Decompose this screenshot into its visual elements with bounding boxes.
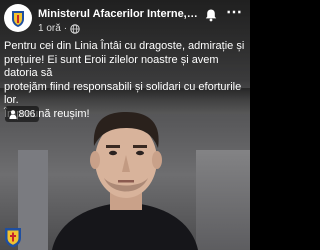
post-caption: Pentru cei din Linia Întâi cu dragoste, … — [4, 40, 245, 120]
more-options-button[interactable]: ⋯ — [226, 4, 243, 22]
viewer-count: 806 — [18, 108, 36, 120]
post-time[interactable]: 1 oră — [38, 23, 61, 34]
page-name[interactable]: Ministerul Afacerilor Interne, Roma... — [38, 8, 198, 20]
person-icon — [9, 109, 17, 119]
viewer-count-badge: 806 — [5, 106, 39, 122]
meta-separator: · — [63, 23, 68, 34]
bell-icon[interactable] — [204, 8, 218, 22]
crest-watermark-icon — [5, 228, 21, 248]
ministry-crest-icon[interactable] — [4, 4, 32, 32]
post-meta: 1 oră · — [38, 23, 80, 34]
globe-icon — [70, 23, 80, 34]
